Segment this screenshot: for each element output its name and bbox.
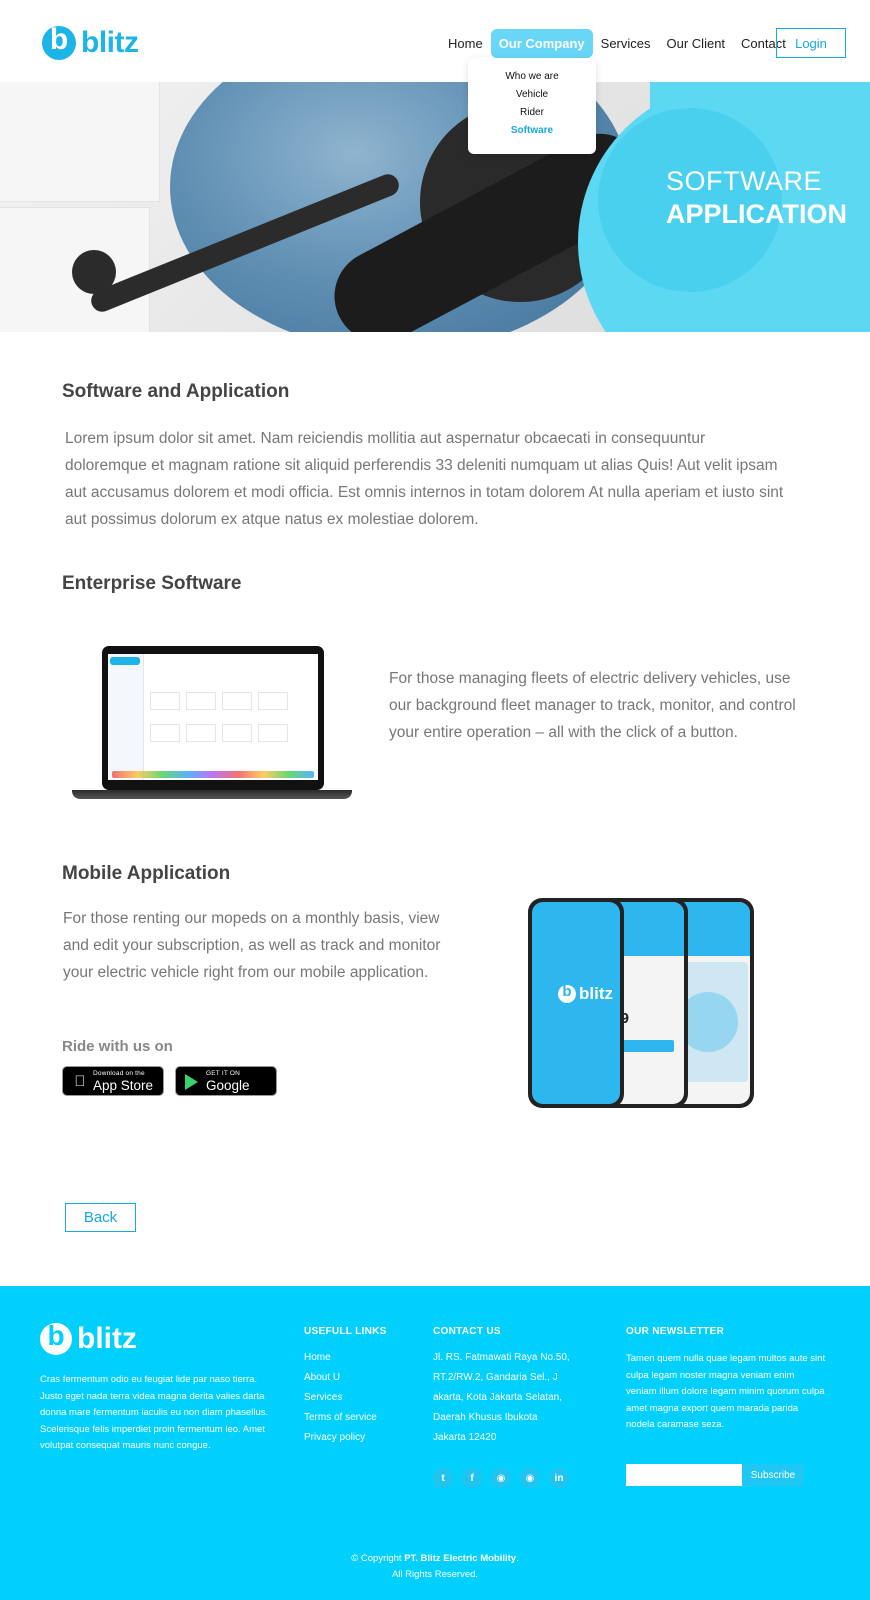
phone-splash-logo: blitz bbox=[558, 983, 613, 1004]
copyright-prefix: © Copyright bbox=[351, 1553, 405, 1564]
back-button[interactable]: Back bbox=[65, 1203, 136, 1232]
nav-services[interactable]: Services bbox=[593, 29, 659, 58]
instagram-icon[interactable]: ◉ bbox=[520, 1468, 540, 1488]
nav-our-client[interactable]: Our Client bbox=[659, 29, 734, 58]
laptop-base bbox=[72, 790, 352, 799]
intro-text: Lorem ipsum dolor sit amet. Nam reiciend… bbox=[65, 430, 784, 528]
intro-heading: Software and Application bbox=[62, 381, 290, 402]
newsletter-text: Tamen quem nulla quae legam multos aute … bbox=[626, 1353, 826, 1430]
social-links: t f ◉ ◉ in bbox=[433, 1468, 569, 1488]
enterprise-heading: Enterprise Software bbox=[62, 573, 242, 594]
logo-mark-icon bbox=[42, 23, 76, 60]
footer-link-home[interactable]: Home bbox=[304, 1348, 377, 1368]
google-play-button[interactable]: GET IT ON Google Play bbox=[175, 1066, 277, 1109]
dashboard-card bbox=[186, 724, 216, 742]
dropdown-vehicle[interactable]: Vehicle bbox=[468, 86, 596, 104]
hero-title: SOFTWARE APPLICATION bbox=[666, 166, 847, 230]
address-line: akarta, Kota Jakarta Selatan, bbox=[433, 1392, 562, 1403]
address-line: Jl. RS. Fatmawati Raya No.50, bbox=[433, 1352, 570, 1363]
dashboard-card bbox=[222, 724, 252, 742]
copyright-suffix: . bbox=[516, 1553, 519, 1564]
enterprise-text: For those managing fleets of electric de… bbox=[389, 670, 796, 741]
newsletter-email-input[interactable] bbox=[626, 1464, 742, 1486]
hero-title-line2: APPLICATION bbox=[666, 199, 847, 229]
phone-logo-mark-icon bbox=[558, 983, 576, 1003]
dashboard-card bbox=[186, 692, 216, 710]
subscribe-button[interactable]: Subscribe bbox=[742, 1464, 804, 1486]
dropdown-rider[interactable]: Rider bbox=[468, 104, 596, 122]
site-footer: blitz Cras fermentum odio eu feugiat lid… bbox=[0, 1286, 870, 1600]
footer-link-privacy[interactable]: Privacy policy bbox=[304, 1428, 377, 1448]
copyright: © Copyright PT. Blitz Electric Mobility.… bbox=[0, 1551, 870, 1583]
footer-link-terms[interactable]: Terms of service bbox=[304, 1408, 377, 1428]
google-play-big-text: Google Play bbox=[206, 1078, 250, 1109]
twitter-icon[interactable]: t bbox=[433, 1468, 453, 1488]
hero-title-line1: SOFTWARE bbox=[666, 166, 822, 196]
nav-our-company[interactable]: Our Company bbox=[490, 29, 593, 58]
site-logo[interactable]: blitz bbox=[42, 23, 139, 60]
mobile-heading: Mobile Application bbox=[62, 863, 231, 884]
footer-about-text: Cras fermentum odio eu feugiat lide par … bbox=[40, 1374, 269, 1451]
contact-heading: CONTACT US bbox=[433, 1326, 501, 1337]
apple-icon:  bbox=[71, 1073, 89, 1091]
google-play-icon bbox=[185, 1074, 198, 1090]
login-button[interactable]: Login bbox=[776, 28, 846, 58]
address-line: Daerah Khusus Ibukota bbox=[433, 1412, 538, 1423]
facebook-icon[interactable]: f bbox=[462, 1468, 482, 1488]
copyright-line: © Copyright PT. Blitz Electric Mobility. bbox=[0, 1551, 870, 1567]
dashboard-screenshot bbox=[108, 654, 318, 780]
dashboard-card bbox=[150, 692, 180, 710]
site-header: blitz Home Our Company Services Our Clie… bbox=[0, 0, 870, 82]
mobile-text: For those renting our mopeds on a monthl… bbox=[63, 910, 441, 981]
dashboard-card bbox=[150, 724, 180, 742]
ride-with-us-label: Ride with us on bbox=[62, 1038, 173, 1055]
address-line: Jakarta 12420 bbox=[433, 1432, 497, 1443]
app-store-small-text: Download on the bbox=[93, 1070, 145, 1077]
dashboard-card bbox=[222, 692, 252, 710]
footer-link-services[interactable]: Services bbox=[304, 1388, 377, 1408]
contact-address: Jl. RS. Fatmawati Raya No.50, RT.2/RW.2,… bbox=[433, 1348, 570, 1448]
instagram-icon[interactable]: ◉ bbox=[491, 1468, 511, 1488]
phone-logo-text: blitz bbox=[579, 984, 613, 1003]
app-store-button[interactable]:  Download on the App Store bbox=[62, 1066, 164, 1096]
google-play-small-text: GET IT ON bbox=[206, 1070, 241, 1077]
nav-home[interactable]: Home bbox=[440, 29, 491, 58]
useful-links-heading: USEFULL LINKS bbox=[304, 1326, 387, 1337]
linkedin-icon[interactable]: in bbox=[549, 1468, 569, 1488]
dashboard-sidebar bbox=[108, 654, 144, 780]
dashboard-logo bbox=[110, 657, 140, 665]
hero-floor-tile bbox=[0, 82, 160, 202]
rights-reserved: All Rights Reserved. bbox=[391, 1569, 479, 1580]
mobile-app-phones-image: $99 blitz bbox=[528, 898, 754, 1110]
main-nav: Home Our Company Services Our Client Con… bbox=[440, 29, 794, 58]
app-store-big-text: App Store bbox=[93, 1078, 154, 1093]
logo-text: blitz bbox=[81, 26, 139, 59]
useful-links-list: Home About U Services Terms of service P… bbox=[304, 1348, 377, 1448]
newsletter-heading: OUR NEWSLETTER bbox=[626, 1326, 725, 1337]
dropdown-software[interactable]: Software bbox=[468, 122, 596, 140]
dropdown-who-we-are[interactable]: Who we are bbox=[468, 68, 596, 86]
hero-brake-lever-tip bbox=[72, 250, 116, 294]
address-line: RT.2/RW.2, Gandaria Sel., J bbox=[433, 1372, 558, 1383]
hero-banner: SOFTWARE APPLICATION bbox=[0, 82, 870, 332]
phone-splash-screen: blitz bbox=[528, 898, 624, 1108]
laptop-dashboard-image bbox=[72, 642, 352, 812]
dashboard-card bbox=[258, 692, 288, 710]
laptop-dock bbox=[112, 771, 314, 778]
our-company-dropdown: Who we are Vehicle Rider Software bbox=[468, 58, 596, 154]
footer-logo[interactable]: blitz bbox=[40, 1320, 137, 1356]
footer-link-about[interactable]: About U bbox=[304, 1368, 377, 1388]
dashboard-card bbox=[258, 724, 288, 742]
footer-logo-mark-icon bbox=[40, 1320, 72, 1355]
copyright-company: PT. Blitz Electric Mobility bbox=[404, 1553, 517, 1564]
footer-logo-text: blitz bbox=[77, 1322, 137, 1355]
laptop-screen bbox=[102, 646, 324, 790]
